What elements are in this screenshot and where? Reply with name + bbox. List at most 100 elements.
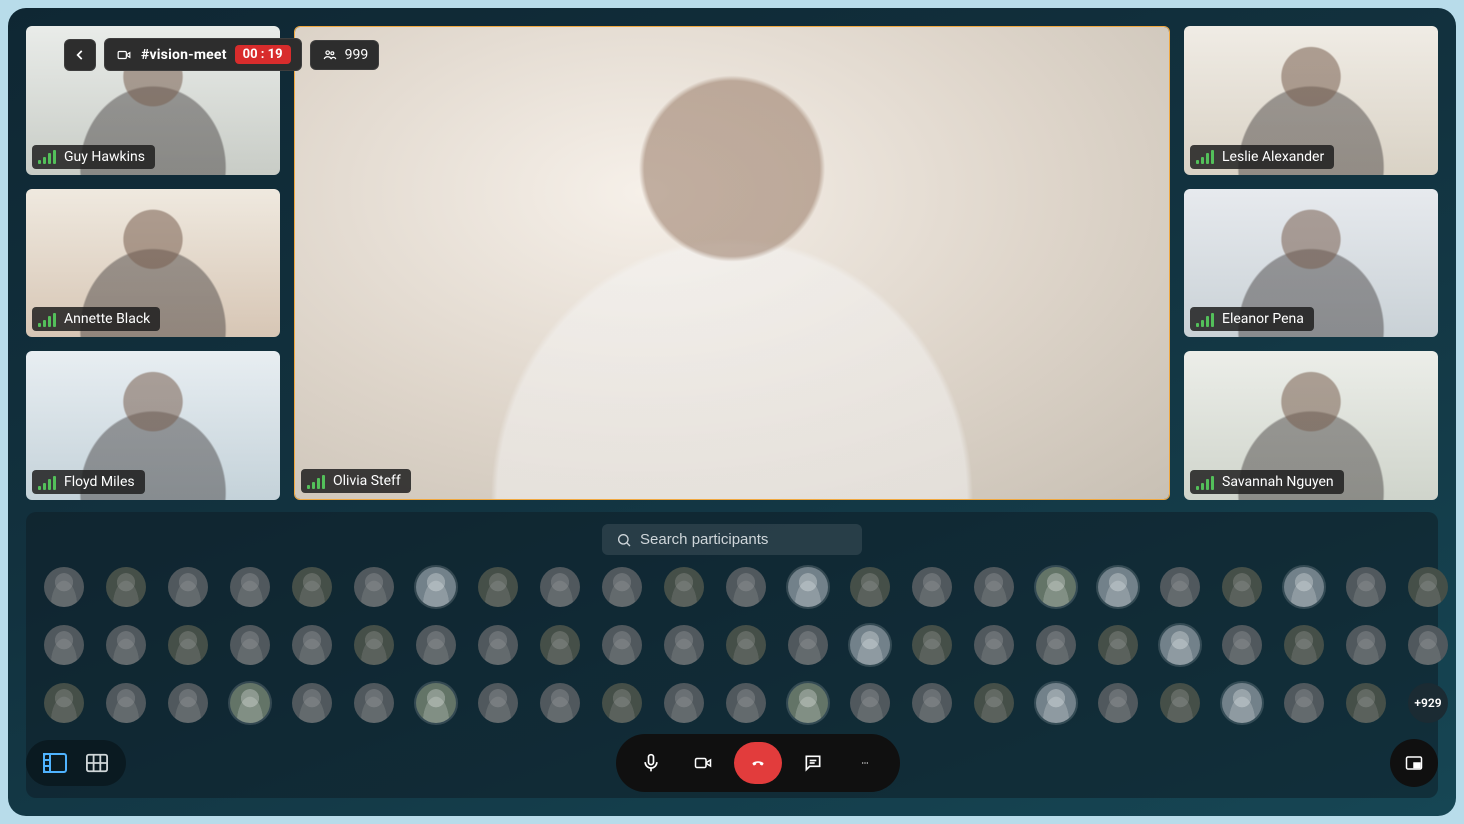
participant-avatar[interactable] xyxy=(1222,567,1262,607)
speaker-layout-button[interactable] xyxy=(42,750,68,776)
participant-avatar[interactable] xyxy=(540,625,580,665)
tile-label: Leslie Alexander xyxy=(1190,145,1334,169)
participant-avatar[interactable] xyxy=(1284,567,1324,607)
participant-avatar[interactable] xyxy=(602,567,642,607)
video-tile[interactable]: Leslie Alexander xyxy=(1184,26,1438,175)
participant-avatar[interactable] xyxy=(416,567,456,607)
participant-avatar[interactable] xyxy=(726,625,766,665)
tile-label: Floyd Miles xyxy=(32,470,145,494)
participant-avatar[interactable] xyxy=(1346,567,1386,607)
grid-layout-button[interactable] xyxy=(84,750,110,776)
active-speaker-tile[interactable]: Olivia Steff xyxy=(294,26,1170,500)
participant-avatar[interactable] xyxy=(912,567,952,607)
participant-avatar[interactable] xyxy=(168,683,208,723)
mute-button[interactable] xyxy=(630,742,672,784)
participant-avatar[interactable] xyxy=(788,567,828,607)
layout-picker xyxy=(26,740,126,786)
signal-icon xyxy=(1196,149,1214,164)
participant-avatar[interactable] xyxy=(106,625,146,665)
overflow-count[interactable]: +929 xyxy=(1408,683,1448,723)
participant-avatar[interactable] xyxy=(974,683,1014,723)
participant-avatar[interactable] xyxy=(1346,625,1386,665)
end-call-button[interactable] xyxy=(734,742,782,784)
search-field[interactable] xyxy=(640,531,848,548)
participant-avatar[interactable] xyxy=(1098,625,1138,665)
participant-avatar[interactable] xyxy=(602,625,642,665)
participant-avatar[interactable] xyxy=(850,683,890,723)
participant-name: Eleanor Pena xyxy=(1222,311,1304,327)
participant-avatar[interactable] xyxy=(1222,683,1262,723)
participant-avatar[interactable] xyxy=(540,683,580,723)
camera-button[interactable] xyxy=(682,742,724,784)
picture-in-picture-button[interactable] xyxy=(1390,739,1438,787)
microphone-icon xyxy=(641,752,661,774)
participant-name: Leslie Alexander xyxy=(1222,149,1324,165)
participant-avatar[interactable] xyxy=(726,683,766,723)
video-tile[interactable]: Eleanor Pena xyxy=(1184,189,1438,338)
participant-avatar[interactable] xyxy=(1036,567,1076,607)
participant-avatar[interactable] xyxy=(540,567,580,607)
end-call-icon xyxy=(746,756,770,770)
right-column: Leslie Alexander Eleanor Pena Savannah N… xyxy=(1184,26,1438,500)
participant-avatar[interactable] xyxy=(416,625,456,665)
participant-avatar[interactable] xyxy=(1036,625,1076,665)
participant-avatar[interactable] xyxy=(44,567,84,607)
participant-avatar[interactable] xyxy=(726,567,766,607)
participant-avatar[interactable] xyxy=(292,683,332,723)
participant-avatar[interactable] xyxy=(1098,683,1138,723)
participant-avatar[interactable] xyxy=(478,625,518,665)
chat-button[interactable] xyxy=(792,742,834,784)
participant-avatar[interactable] xyxy=(354,625,394,665)
participant-avatar[interactable] xyxy=(168,625,208,665)
participant-avatar[interactable] xyxy=(478,567,518,607)
participant-avatar[interactable] xyxy=(1036,683,1076,723)
participant-avatar[interactable] xyxy=(664,567,704,607)
participant-avatar[interactable] xyxy=(354,567,394,607)
participant-avatar[interactable] xyxy=(1408,567,1448,607)
video-tile[interactable]: Savannah Nguyen xyxy=(1184,351,1438,500)
participant-avatar[interactable] xyxy=(354,683,394,723)
participant-avatar[interactable] xyxy=(44,625,84,665)
more-button[interactable] xyxy=(844,742,886,784)
participant-avatar[interactable] xyxy=(850,625,890,665)
participant-avatar[interactable] xyxy=(292,625,332,665)
participant-avatar[interactable] xyxy=(974,567,1014,607)
active-speaker-name: Olivia Steff xyxy=(333,473,401,489)
search-participants-input[interactable] xyxy=(602,524,862,555)
participant-avatar[interactable] xyxy=(602,683,642,723)
picture-in-picture-icon xyxy=(1403,754,1425,772)
participant-avatar[interactable] xyxy=(1222,625,1262,665)
participant-avatar[interactable] xyxy=(850,567,890,607)
participant-avatar[interactable] xyxy=(912,625,952,665)
participant-avatar[interactable] xyxy=(168,567,208,607)
participant-avatar[interactable] xyxy=(292,567,332,607)
participant-avatar[interactable] xyxy=(1160,683,1200,723)
participant-avatar[interactable] xyxy=(1160,567,1200,607)
participant-avatar[interactable] xyxy=(974,625,1014,665)
participant-count-pill[interactable]: 999 xyxy=(310,40,380,70)
participant-avatar[interactable] xyxy=(106,567,146,607)
participant-avatar[interactable] xyxy=(230,625,270,665)
participant-avatar[interactable] xyxy=(416,683,456,723)
participant-avatar[interactable] xyxy=(664,625,704,665)
participant-avatar[interactable] xyxy=(1346,683,1386,723)
participant-avatar[interactable] xyxy=(664,683,704,723)
participant-avatar[interactable] xyxy=(230,567,270,607)
participant-avatar[interactable] xyxy=(788,625,828,665)
participant-avatar[interactable] xyxy=(230,683,270,723)
channel-pill[interactable]: #vision-meet 00 : 19 xyxy=(104,38,302,71)
participant-avatar[interactable] xyxy=(1284,683,1324,723)
video-tile[interactable]: Annette Black xyxy=(26,189,280,338)
back-button[interactable] xyxy=(64,39,96,71)
participant-avatar[interactable] xyxy=(1284,625,1324,665)
participant-avatar[interactable] xyxy=(912,683,952,723)
participant-avatar[interactable] xyxy=(1098,567,1138,607)
participant-avatar[interactable] xyxy=(106,683,146,723)
tile-label: Guy Hawkins xyxy=(32,145,155,169)
participant-avatar[interactable] xyxy=(1160,625,1200,665)
participant-avatar[interactable] xyxy=(44,683,84,723)
participant-avatar[interactable] xyxy=(788,683,828,723)
video-tile[interactable]: Floyd Miles xyxy=(26,351,280,500)
participant-avatar[interactable] xyxy=(1408,625,1448,665)
participant-avatar[interactable] xyxy=(478,683,518,723)
